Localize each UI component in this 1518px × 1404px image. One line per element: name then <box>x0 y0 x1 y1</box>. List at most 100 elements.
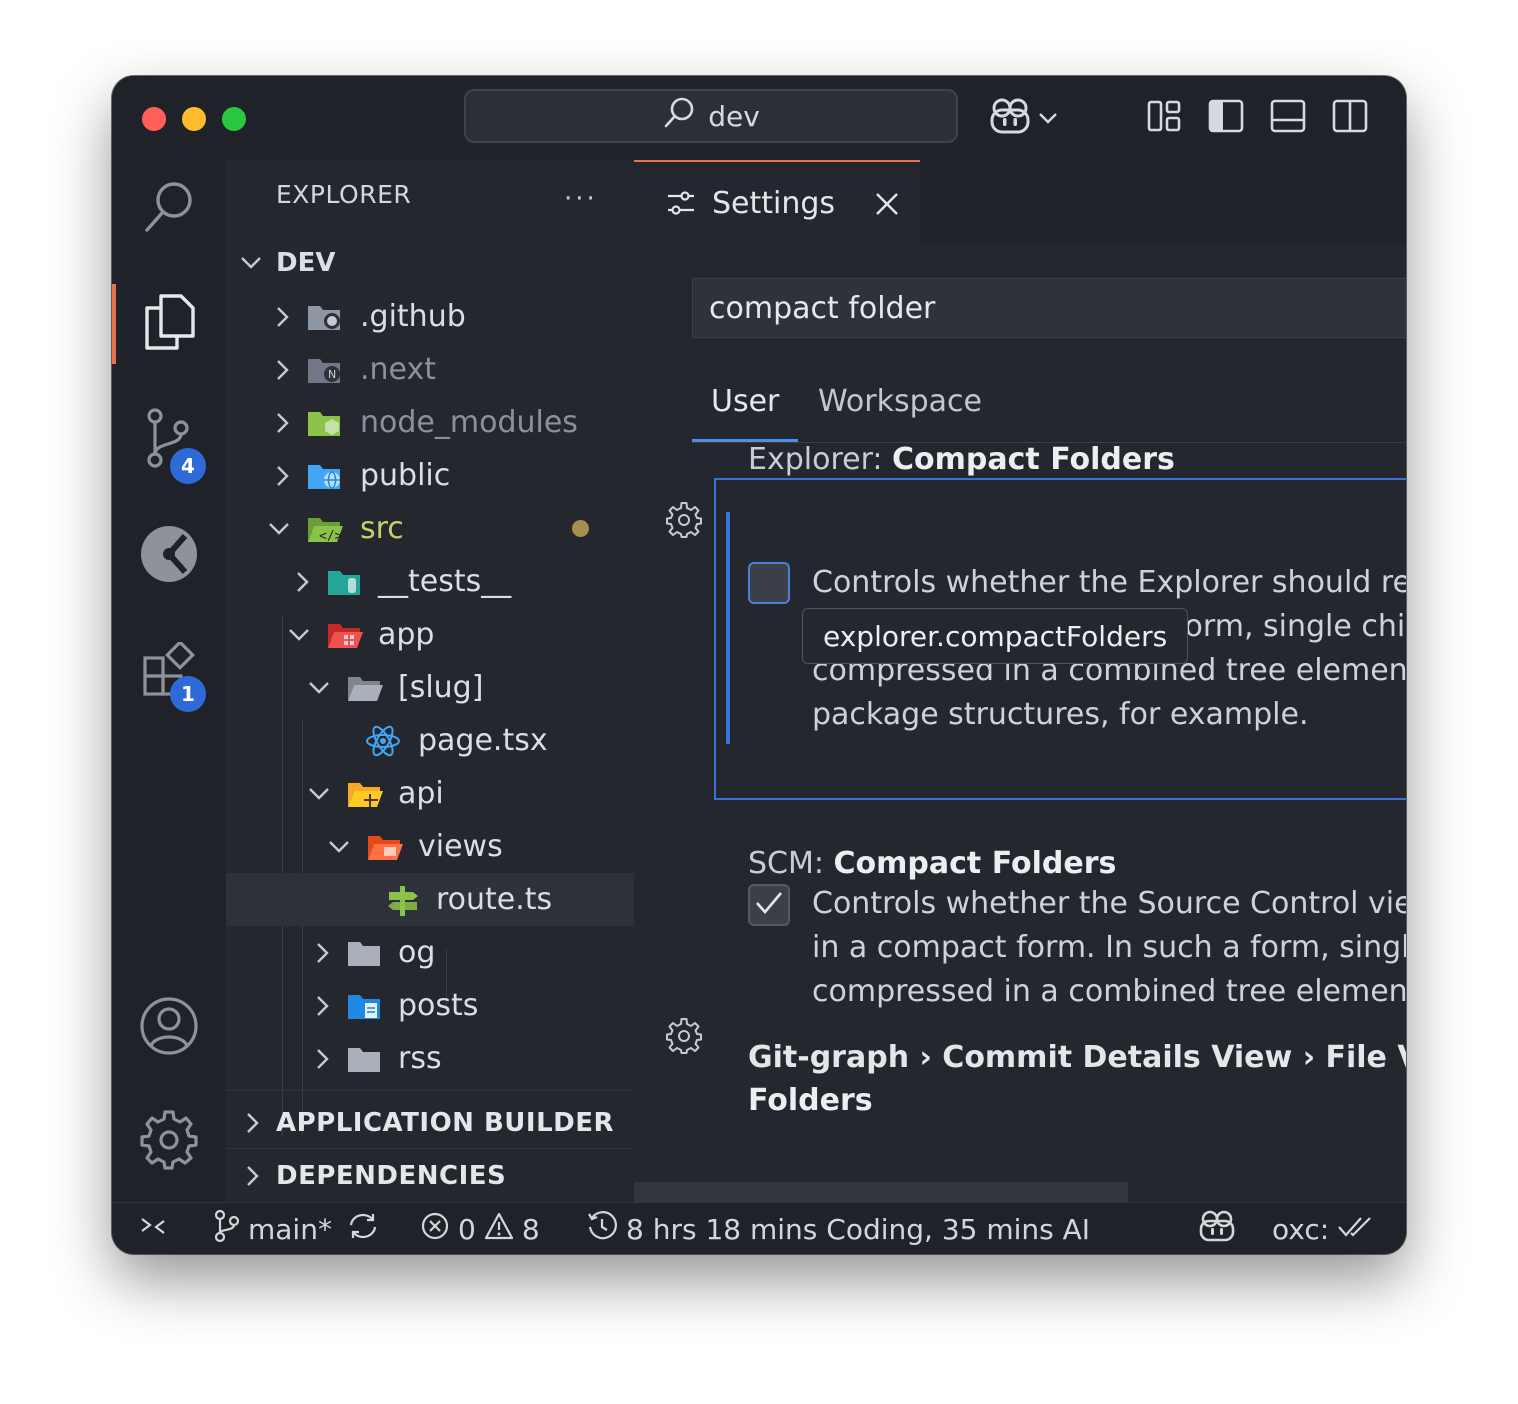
activity-explorer[interactable] <box>112 284 226 364</box>
section-label: APPLICATION BUILDER <box>276 1108 615 1138</box>
chevron-right-icon <box>312 942 334 964</box>
setting-description-line: compressed in a combined tree element. <box>812 974 1406 1009</box>
tree-item-views[interactable]: views <box>226 820 634 873</box>
svg-text:N: N <box>328 368 336 381</box>
section-dependencies[interactable]: DEPENDENCIES <box>226 1150 634 1202</box>
folder-src-open-icon: </> <box>306 513 344 545</box>
tree-item-label: og <box>398 935 436 970</box>
oxc-label: oxc: <box>1272 1212 1330 1246</box>
section-divider <box>226 1090 634 1091</box>
tree-item-src[interactable]: </> src <box>226 502 634 555</box>
activity-manage[interactable] <box>112 1102 226 1182</box>
sync-icon[interactable] <box>346 1211 380 1248</box>
folder-next-icon: N <box>306 354 344 386</box>
warning-count: 8 <box>521 1212 540 1246</box>
chevron-down-icon[interactable] <box>1038 110 1058 129</box>
setting-title: Explorer: Compact Folders <box>748 442 1175 477</box>
gear-icon[interactable] <box>666 1018 702 1058</box>
explorer-sidebar: EXPLORER ··· DEV .github N .next node_mo… <box>226 160 634 1202</box>
tab-user[interactable]: User <box>711 384 779 419</box>
tree-item-app[interactable]: app <box>226 608 634 661</box>
toggle-panel-icon[interactable] <box>1270 98 1306 138</box>
explorer-root-dev[interactable]: DEV <box>226 236 634 289</box>
tree-item-posts[interactable]: posts <box>226 979 634 1032</box>
chevron-down-icon <box>268 518 290 540</box>
remote-indicator[interactable] <box>138 1203 168 1254</box>
tab-settings[interactable]: Settings <box>634 160 920 244</box>
tree-item-label: page.tsx <box>418 723 548 758</box>
scm-compact-folders-checkbox[interactable] <box>748 884 790 926</box>
route-file-icon <box>384 884 422 916</box>
copilot-status[interactable] <box>1198 1203 1236 1254</box>
branch-icon <box>214 1209 240 1250</box>
more-actions-button[interactable]: ··· <box>564 184 598 214</box>
folder-public-icon <box>306 460 344 492</box>
minimize-window-button[interactable] <box>182 107 206 131</box>
tab-workspace[interactable]: Workspace <box>818 384 982 419</box>
setting-title: SCM: Compact Folders <box>748 846 1116 881</box>
tree-item-api[interactable]: api <box>226 767 634 820</box>
react-icon <box>364 725 402 757</box>
section-application-builder[interactable]: APPLICATION BUILDER <box>226 1097 634 1149</box>
oxc-status[interactable]: oxc: <box>1272 1203 1373 1254</box>
explorer-compact-folders-checkbox[interactable] <box>748 562 790 604</box>
search-icon <box>139 176 199 240</box>
toggle-primary-sidebar-icon[interactable] <box>1208 98 1244 138</box>
gear-icon <box>139 1110 199 1174</box>
close-window-button[interactable] <box>142 107 166 131</box>
tree-item-label: app <box>378 617 435 652</box>
horizontal-scrollbar[interactable] <box>634 1182 1128 1202</box>
chevron-down-icon <box>288 624 310 646</box>
branch-name: main* <box>248 1212 332 1246</box>
folder-open-icon <box>346 672 384 704</box>
settings-search-input[interactable]: compact folder <box>692 278 1406 338</box>
chevron-down-icon <box>308 783 330 805</box>
toggle-secondary-sidebar-icon[interactable] <box>1332 98 1368 138</box>
tree-item-github[interactable]: .github <box>226 290 634 343</box>
tree-item-label: [slug] <box>398 670 484 705</box>
tree-item-rss[interactable]: rss <box>226 1032 634 1085</box>
tree-item-og[interactable]: og <box>226 926 634 979</box>
settings-sliders-icon <box>666 188 696 226</box>
settings-scope-tabs: User Workspace <box>692 372 1406 443</box>
problems-indicator[interactable]: 0 8 <box>420 1203 540 1254</box>
folder-icon <box>346 937 384 969</box>
folder-github-icon <box>306 301 344 333</box>
activity-source-control[interactable]: 4 <box>112 400 226 484</box>
chevron-down-icon <box>308 677 330 699</box>
tree-item-slug[interactable]: [slug] <box>226 661 634 714</box>
coding-time: 8 hrs 18 mins Coding, 35 mins AI <box>626 1212 1091 1246</box>
customize-layout-icon[interactable] <box>1146 98 1182 138</box>
search-value: compact folder <box>709 290 936 326</box>
setting-title-continued: Folders <box>748 1083 873 1118</box>
tree-item-label: posts <box>398 988 479 1023</box>
setting-name: Compact Folders <box>892 442 1175 477</box>
setting-category: Explorer: <box>748 442 893 477</box>
tree-item-tests[interactable]: __tests__ <box>226 555 634 608</box>
tab-label: Settings <box>712 185 836 221</box>
setting-description-line: Controls whether the Explorer should ren <box>812 565 1406 600</box>
activity-search[interactable] <box>112 168 226 248</box>
wakatime-indicator[interactable]: 8 hrs 18 mins Coding, 35 mins AI <box>586 1203 1090 1254</box>
svg-text:</>: </> <box>319 529 343 544</box>
zoom-window-button[interactable] <box>222 107 246 131</box>
editor-tabs: Settings <box>634 160 1406 244</box>
tree-item-page-tsx[interactable]: page.tsx <box>226 714 634 767</box>
folder-node-icon <box>306 407 344 439</box>
command-center[interactable]: dev <box>464 89 958 143</box>
tree-item-route-ts[interactable]: route.ts <box>226 873 634 926</box>
copilot-icon[interactable] <box>988 96 1032 140</box>
activity-extensions[interactable]: 1 <box>112 632 226 712</box>
folder-icon <box>346 1043 384 1075</box>
gear-icon[interactable] <box>666 502 702 542</box>
activity-accounts[interactable] <box>112 988 226 1068</box>
tree-item-next[interactable]: N .next <box>226 343 634 396</box>
close-icon[interactable] <box>874 190 900 225</box>
activity-git-graph[interactable] <box>112 516 226 596</box>
history-icon <box>586 1210 618 1249</box>
tree-item-public[interactable]: public <box>226 449 634 502</box>
branch-indicator[interactable]: main* <box>214 1203 380 1254</box>
tree-item-node-modules[interactable]: node_modules <box>226 396 634 449</box>
tree-item-label: route.ts <box>436 882 553 917</box>
files-icon <box>141 292 197 356</box>
